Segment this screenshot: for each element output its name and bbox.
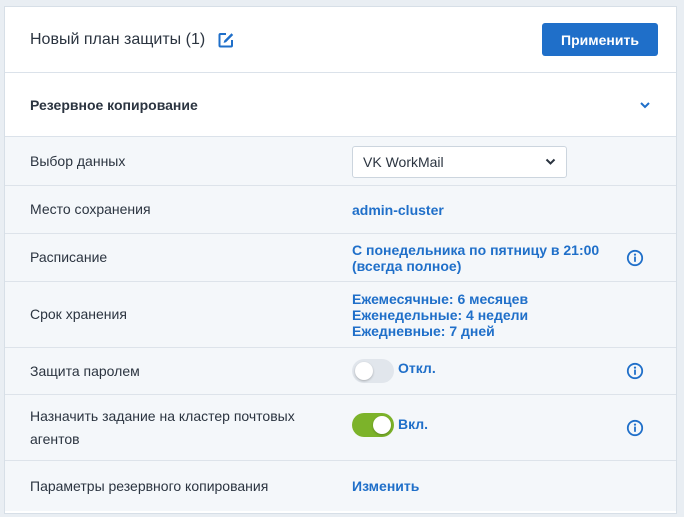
row-label: Срок хранения bbox=[30, 306, 127, 322]
info-icon[interactable] bbox=[626, 419, 644, 437]
schedule-line: С понедельника по пятницу в 21:00 bbox=[352, 241, 600, 258]
cluster-toggle[interactable] bbox=[352, 413, 394, 437]
protection-plan-panel: Новый план защиты (1) Применить Резервно… bbox=[4, 6, 677, 514]
label-line: агентов bbox=[30, 431, 80, 447]
edit-icon[interactable] bbox=[217, 31, 235, 49]
row-data-select: Выбор данных VK WorkMail bbox=[5, 137, 676, 186]
password-toggle[interactable] bbox=[352, 359, 394, 383]
apply-button[interactable]: Применить bbox=[542, 23, 658, 56]
settings-list: Выбор данных VK WorkMail Место сохранени… bbox=[5, 137, 676, 511]
retention-line: Ежемесячные: 6 месяцев bbox=[352, 290, 529, 307]
chevron-down-icon bbox=[545, 158, 556, 166]
select-value: VK WorkMail bbox=[363, 154, 444, 170]
row-location: Место сохранения admin-cluster bbox=[5, 186, 676, 234]
info-icon[interactable] bbox=[626, 249, 644, 267]
retention-line: Еженедельные: 4 недели bbox=[352, 306, 529, 323]
toggle-knob bbox=[355, 362, 373, 380]
row-label: Расписание bbox=[30, 249, 108, 265]
toggle-state: Откл. bbox=[398, 360, 436, 376]
row-password: Защита паролем Откл. bbox=[5, 348, 676, 395]
data-select-dropdown[interactable]: VK WorkMail bbox=[352, 146, 567, 178]
row-label: Выбор данных bbox=[30, 152, 126, 169]
retention-link[interactable]: Ежемесячные: 6 месяцев Еженедельные: 4 н… bbox=[352, 291, 528, 339]
row-label: Место сохранения bbox=[30, 201, 151, 217]
row-retention: Срок хранения Ежемесячные: 6 месяцев Еже… bbox=[5, 282, 676, 348]
toggle-knob bbox=[373, 416, 391, 434]
row-label: Назначить задание на кластер почтовых аг… bbox=[30, 405, 295, 451]
label-line: Назначить задание на кластер почтовых bbox=[30, 408, 295, 424]
row-schedule: Расписание С понедельника по пятницу в 2… bbox=[5, 234, 676, 282]
section-title: Резервное копирование bbox=[30, 96, 198, 113]
plan-title: Новый план защиты (1) bbox=[30, 30, 206, 48]
row-cluster: Назначить задание на кластер почтовых аг… bbox=[5, 395, 676, 461]
chevron-down-icon[interactable] bbox=[638, 100, 652, 110]
toggle-state: Вкл. bbox=[398, 416, 429, 432]
location-link[interactable]: admin-cluster bbox=[352, 202, 444, 218]
plan-header: Новый план защиты (1) Применить bbox=[5, 7, 676, 73]
change-params-link[interactable]: Изменить bbox=[352, 478, 419, 494]
retention-line: Ежедневные: 7 дней bbox=[352, 322, 495, 339]
row-label: Параметры резервного копирования bbox=[30, 477, 269, 494]
schedule-line: (всегда полное) bbox=[352, 257, 462, 274]
backup-section-header[interactable]: Резервное копирование bbox=[5, 73, 676, 137]
row-label: Защита паролем bbox=[30, 362, 140, 379]
info-icon[interactable] bbox=[626, 362, 644, 380]
row-backup-params: Параметры резервного копирования Изменит… bbox=[5, 461, 676, 511]
schedule-link[interactable]: С понедельника по пятницу в 21:00 (всегд… bbox=[352, 242, 599, 274]
